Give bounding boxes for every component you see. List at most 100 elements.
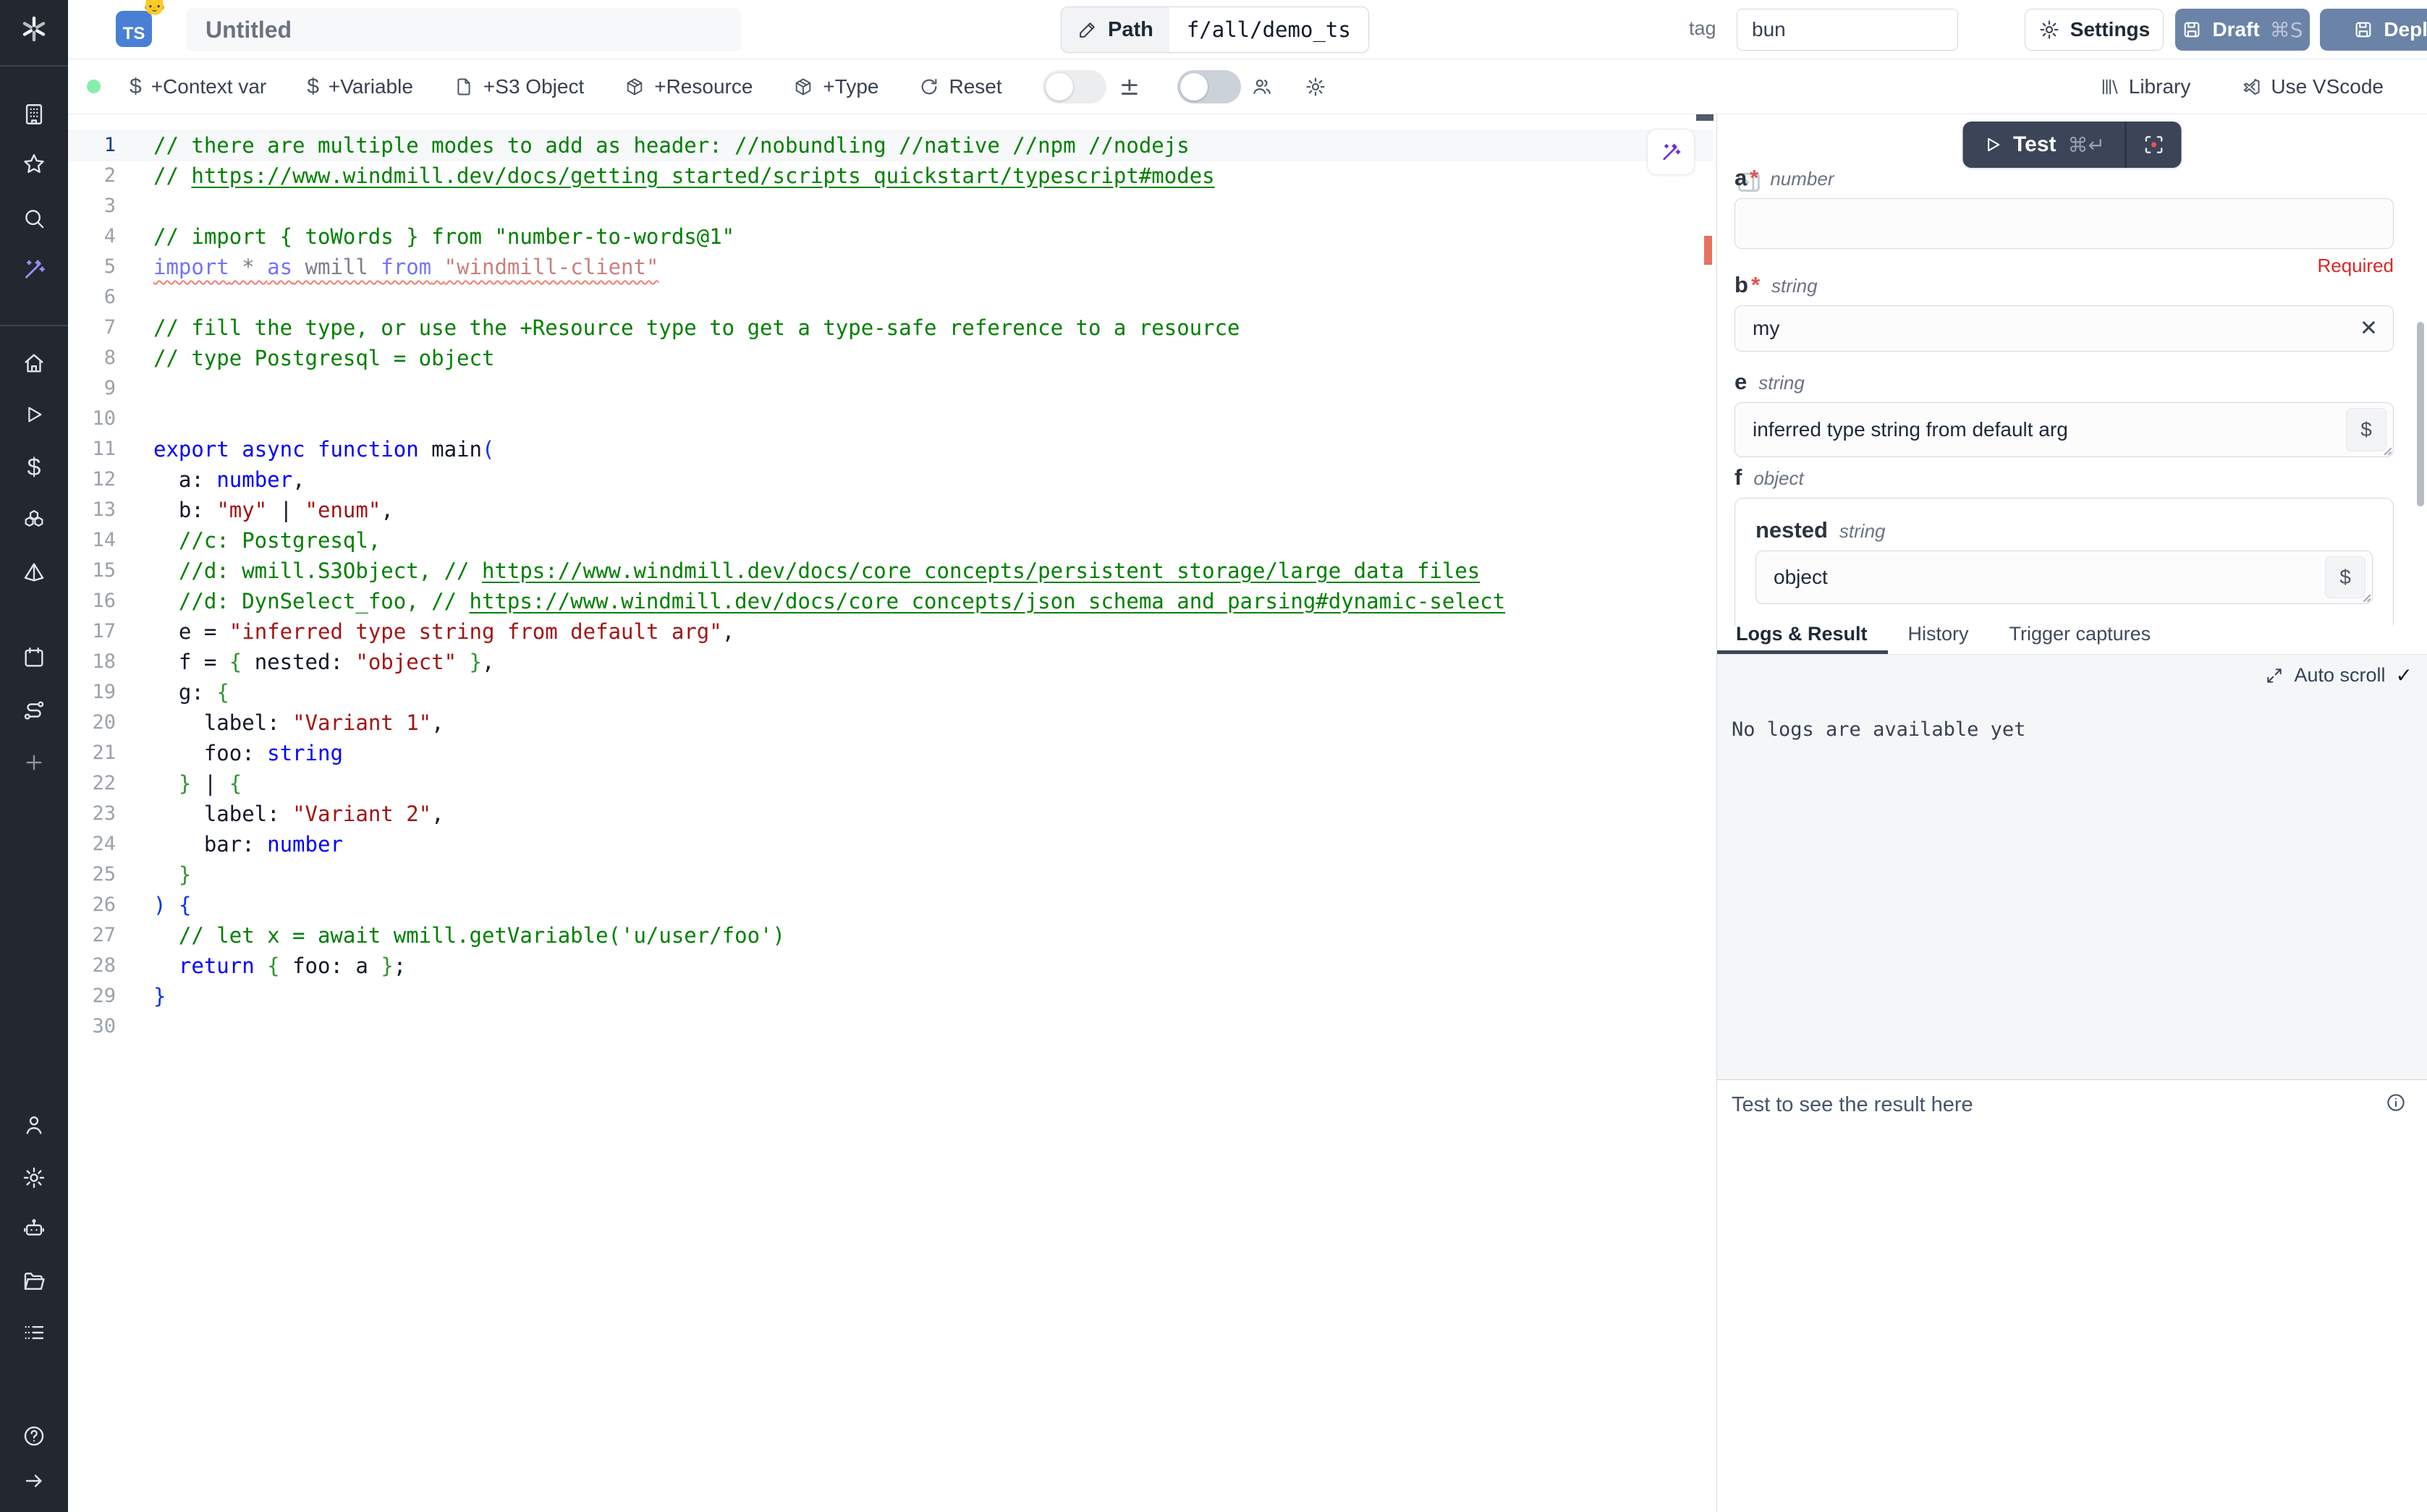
code-lines: 1// there are multiple modes to add as h… bbox=[68, 114, 1714, 1042]
field-a: a * number Required bbox=[1735, 165, 2394, 277]
schedules-prism-icon[interactable] bbox=[18, 556, 50, 588]
tag-label: tag bbox=[1689, 17, 1716, 40]
workers-robot-icon[interactable] bbox=[18, 1212, 50, 1244]
code-line[interactable]: 23 label: "Variant 2", bbox=[68, 799, 1714, 829]
clear-icon[interactable]: ✕ bbox=[2360, 316, 2378, 341]
info-icon[interactable] bbox=[2385, 1092, 2407, 1113]
ai-assistant-button[interactable] bbox=[1647, 129, 1695, 175]
settings-button[interactable]: Settings bbox=[2025, 9, 2164, 51]
runs-play-icon[interactable] bbox=[18, 399, 50, 430]
tab-history[interactable]: History bbox=[1888, 623, 1989, 654]
code-line[interactable]: 3 bbox=[68, 191, 1714, 221]
package-icon bbox=[793, 77, 813, 97]
add-plus-icon[interactable] bbox=[18, 747, 50, 778]
code-line[interactable]: 11export async function main( bbox=[68, 434, 1714, 464]
schedule-calendar-icon[interactable] bbox=[18, 642, 50, 674]
home-icon[interactable] bbox=[18, 347, 50, 379]
library-button[interactable]: Library bbox=[2099, 75, 2191, 98]
field-e-input[interactable] bbox=[1735, 402, 2394, 457]
script-title-input[interactable] bbox=[187, 8, 741, 51]
tab-logs-result[interactable]: Logs & Result bbox=[1717, 623, 1888, 654]
windmill-logo-icon[interactable] bbox=[18, 13, 50, 45]
code-line[interactable]: 10 bbox=[68, 404, 1714, 434]
search-icon[interactable] bbox=[18, 203, 50, 234]
add-type-button[interactable]: +Type bbox=[793, 75, 878, 98]
code-line[interactable]: 26) { bbox=[68, 890, 1714, 920]
capture-run-button[interactable] bbox=[2127, 122, 2182, 168]
settings-gear-icon[interactable] bbox=[18, 1162, 50, 1194]
code-line[interactable]: 29} bbox=[68, 981, 1714, 1011]
collapse-arrow-icon[interactable] bbox=[18, 1465, 50, 1497]
expand-icon[interactable] bbox=[2265, 666, 2284, 685]
code-line[interactable]: 24 bar: number bbox=[68, 829, 1714, 859]
pencil-icon bbox=[1077, 20, 1098, 40]
code-line[interactable]: 14 //c: Postgresql, bbox=[68, 525, 1714, 556]
folders-icon[interactable] bbox=[18, 1265, 50, 1297]
form-scrollbar-thumb[interactable] bbox=[2417, 322, 2424, 506]
field-nested-input[interactable] bbox=[1755, 551, 2373, 604]
workspace-icon[interactable] bbox=[18, 98, 50, 130]
test-shortcut: ⌘↵ bbox=[2068, 133, 2105, 157]
path-pill[interactable]: Path f/all/demo_ts bbox=[1061, 7, 1369, 53]
code-line[interactable]: 2// https://www.windmill.dev/docs/gettin… bbox=[68, 161, 1714, 191]
code-editor[interactable]: 1// there are multiple modes to add as h… bbox=[68, 114, 1714, 1512]
tab-trigger-captures[interactable]: Trigger captures bbox=[1989, 623, 2172, 654]
code-line[interactable]: 22 } | { bbox=[68, 768, 1714, 799]
editor-scrollbar-thumb[interactable] bbox=[1696, 114, 1714, 121]
resources-boxes-icon[interactable] bbox=[18, 504, 50, 536]
code-line[interactable]: 17 e = "inferred type string from defaul… bbox=[68, 616, 1714, 647]
field-b-input[interactable] bbox=[1735, 305, 2394, 352]
diff-toggle[interactable] bbox=[1043, 70, 1106, 103]
draft-shortcut: ⌘S bbox=[2270, 18, 2303, 42]
code-line[interactable]: 7// fill the type, or use the +Resource … bbox=[68, 313, 1714, 343]
editor-settings-gear-icon[interactable] bbox=[1305, 76, 1326, 98]
code-line[interactable]: 15 //d: wmill.S3Object, // https://www.w… bbox=[68, 556, 1714, 586]
user-icon[interactable] bbox=[18, 1109, 50, 1141]
code-line[interactable]: 25 } bbox=[68, 859, 1714, 890]
code-line[interactable]: 30 bbox=[68, 1011, 1714, 1042]
code-line[interactable]: 20 label: "Variant 1", bbox=[68, 708, 1714, 738]
add-resource-button[interactable]: +Resource bbox=[624, 75, 753, 98]
field-f-type: object bbox=[1753, 467, 1803, 490]
add-context-var-button[interactable]: $ +Context var bbox=[130, 75, 266, 99]
field-nested-name: nested bbox=[1755, 517, 1828, 543]
code-line[interactable]: 19 g: { bbox=[68, 677, 1714, 708]
deploy-button[interactable]: Deploy bbox=[2320, 9, 2427, 51]
plus-minus-icon: ± bbox=[1119, 72, 1140, 101]
code-line[interactable]: 4// import { toWords } from "number-to-w… bbox=[68, 221, 1714, 252]
resize-handle[interactable] bbox=[2381, 444, 2392, 456]
resource-label: +Resource bbox=[654, 75, 753, 98]
field-e-name: e bbox=[1735, 369, 1747, 395]
code-line[interactable]: 18 f = { nested: "object" }, bbox=[68, 647, 1714, 677]
code-line[interactable]: 16 //d: DynSelect_foo, // https://www.wi… bbox=[68, 586, 1714, 616]
field-a-input[interactable] bbox=[1735, 198, 2394, 249]
code-line[interactable]: 9 bbox=[68, 373, 1714, 404]
use-vscode-button[interactable]: Use VScode bbox=[2241, 75, 2384, 98]
code-line[interactable]: 12 a: number, bbox=[68, 464, 1714, 495]
code-line[interactable]: 6 bbox=[68, 282, 1714, 313]
auto-scroll-control[interactable]: Auto scroll ✓ bbox=[2265, 663, 2413, 687]
audit-list-icon[interactable] bbox=[18, 1317, 50, 1349]
field-b-type: string bbox=[1771, 275, 1818, 297]
code-line[interactable]: 5import * as wmill from "windmill-client… bbox=[68, 252, 1714, 282]
multiplayer-toggle[interactable] bbox=[1177, 70, 1241, 103]
help-icon[interactable] bbox=[18, 1420, 50, 1452]
runtime-emoji-badge: 👶 bbox=[142, 0, 167, 14]
routes-icon[interactable] bbox=[18, 695, 50, 726]
draft-button[interactable]: Draft ⌘S bbox=[2175, 9, 2310, 51]
code-line[interactable]: 8// type Postgresql = object bbox=[68, 343, 1714, 373]
favorites-star-icon[interactable] bbox=[18, 148, 50, 180]
ai-wand-icon[interactable] bbox=[18, 253, 50, 285]
reset-button[interactable]: Reset bbox=[919, 75, 1001, 98]
code-line[interactable]: 27 // let x = await wmill.getVariable('u… bbox=[68, 920, 1714, 951]
add-s3-object-button[interactable]: +S3 Object bbox=[454, 75, 584, 98]
code-line[interactable]: 21 foo: string bbox=[68, 738, 1714, 768]
code-line[interactable]: 1// there are multiple modes to add as h… bbox=[68, 130, 1714, 161]
resize-handle[interactable] bbox=[2360, 591, 2371, 603]
add-variable-button[interactable]: $ +Variable bbox=[307, 75, 413, 99]
variables-dollar-icon[interactable]: $ bbox=[18, 451, 50, 483]
test-button[interactable]: Test ⌘↵ bbox=[1962, 122, 2125, 168]
code-line[interactable]: 28 return { foo: a }; bbox=[68, 951, 1714, 981]
code-line[interactable]: 13 b: "my" | "enum", bbox=[68, 495, 1714, 525]
tag-input[interactable] bbox=[1737, 9, 1958, 51]
